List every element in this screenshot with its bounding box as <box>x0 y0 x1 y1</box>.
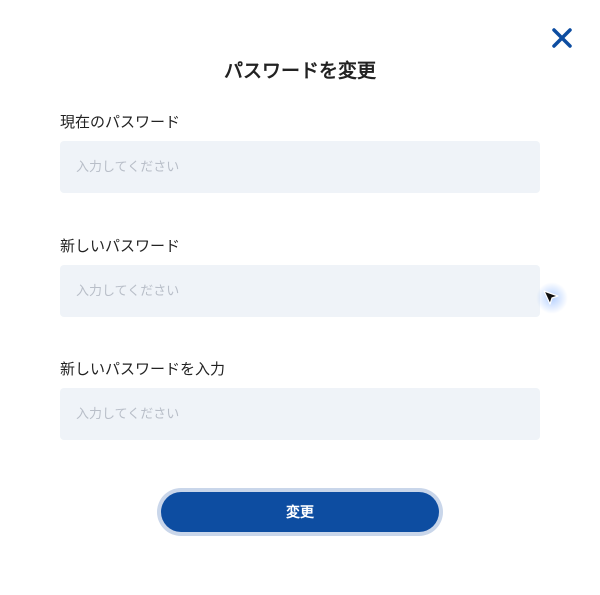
new-password-label: 新しいパスワード <box>60 237 181 255</box>
mouse-pointer-icon <box>538 284 564 310</box>
change-button[interactable]: 変更 <box>161 492 439 532</box>
current-password-input[interactable] <box>60 141 540 193</box>
new-password-input[interactable] <box>60 265 540 317</box>
close-icon <box>552 28 572 48</box>
close-button[interactable] <box>548 24 576 52</box>
confirm-password-label: 新しいパスワードを入力 <box>60 360 226 378</box>
change-password-dialog: パスワードを変更 現在のパスワード 新しいパスワード 新しいパスワードを入力 変… <box>0 0 600 595</box>
dialog-title: パスワードを変更 <box>223 60 376 82</box>
current-password-label: 現在のパスワード <box>60 113 181 131</box>
confirm-password-input[interactable] <box>60 388 540 440</box>
